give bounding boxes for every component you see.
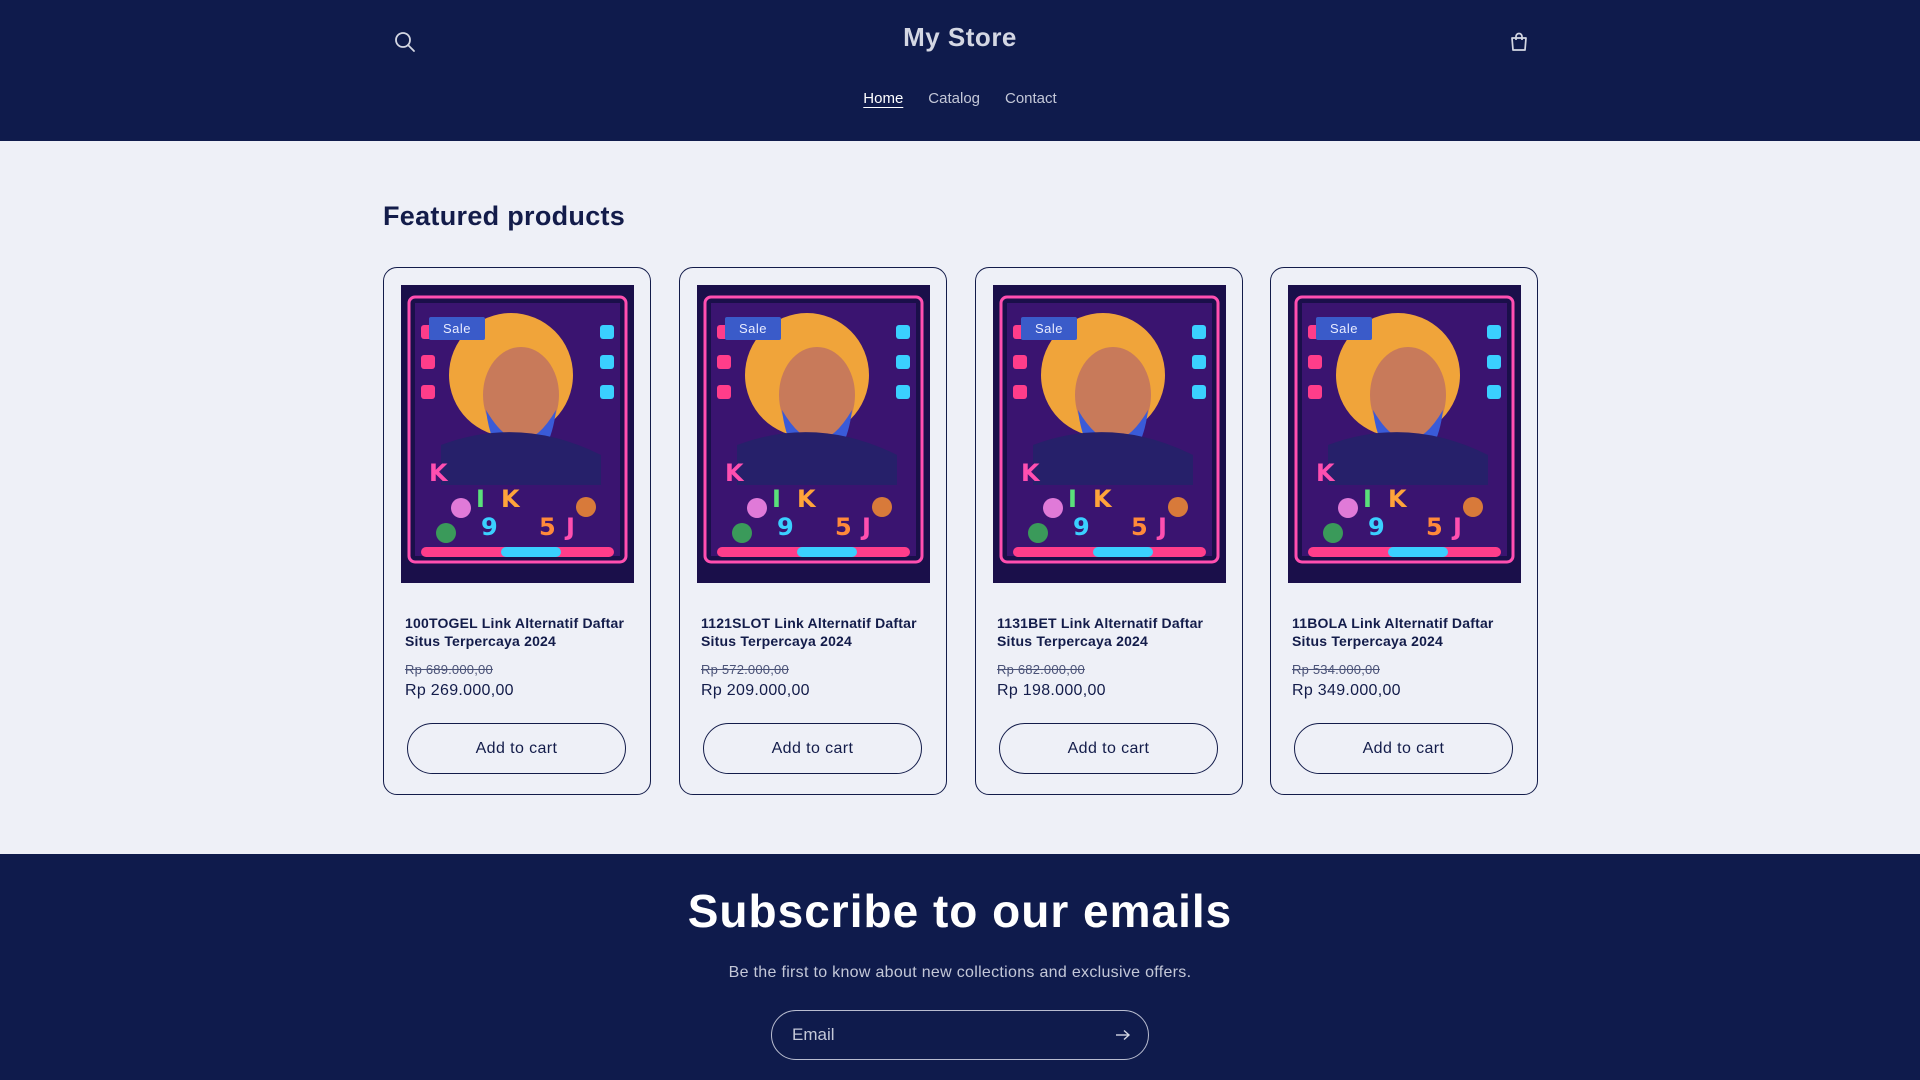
regular-price: Rp 682.000,00 <box>997 662 1085 677</box>
svg-text:9: 9 <box>481 513 498 541</box>
svg-text:I: I <box>772 485 781 513</box>
svg-text:K: K <box>1093 485 1113 513</box>
svg-text:I: I <box>1068 485 1077 513</box>
product-grid: K I K 5 9 J Sale 100TOGEL Link Alternati… <box>383 267 1538 795</box>
site-header: My Store Home Catalog Contact <box>0 0 1920 141</box>
add-to-cart-button[interactable]: Add to cart <box>703 723 922 774</box>
product-image[interactable]: K I K 5 9 J Sale <box>401 285 634 583</box>
newsletter-section: Subscribe to our emails Be the first to … <box>0 854 1920 1080</box>
sale-badge: Sale <box>1021 317 1078 340</box>
arrow-right-icon <box>1116 1029 1131 1041</box>
svg-text:J: J <box>860 513 871 541</box>
add-to-cart-button[interactable]: Add to cart <box>999 723 1218 774</box>
svg-text:K: K <box>725 459 745 487</box>
product-card[interactable]: K I K 5 9 J Sale 11BOLA Link Alternatif … <box>1270 267 1538 795</box>
email-form <box>771 1010 1149 1060</box>
product-title[interactable]: 100TOGEL Link Alternatif Daftar Situs Te… <box>405 614 640 650</box>
svg-text:9: 9 <box>777 513 794 541</box>
sale-badge: Sale <box>725 317 782 340</box>
product-image[interactable]: K I K 5 9 J Sale <box>1288 285 1521 583</box>
regular-price: Rp 534.000,00 <box>1292 662 1380 677</box>
svg-text:9: 9 <box>1073 513 1090 541</box>
nav-link-catalog[interactable]: Catalog <box>928 88 980 109</box>
main-nav: Home Catalog Contact <box>0 88 1920 109</box>
add-to-cart-button[interactable]: Add to cart <box>1294 723 1513 774</box>
cart-icon <box>1511 32 1527 51</box>
sale-badge: Sale <box>429 317 486 340</box>
svg-text:J: J <box>564 513 575 541</box>
regular-price: Rp 689.000,00 <box>405 662 493 677</box>
sale-price: Rp 349.000,00 <box>1292 682 1401 699</box>
svg-text:I: I <box>1363 485 1372 513</box>
add-to-cart-button[interactable]: Add to cart <box>407 723 626 774</box>
svg-text:K: K <box>429 459 449 487</box>
svg-text:K: K <box>501 485 521 513</box>
svg-text:J: J <box>1451 513 1462 541</box>
product-card[interactable]: K I K 5 9 J Sale 1131BET Link Alternatif… <box>975 267 1243 795</box>
svg-text:K: K <box>1316 459 1336 487</box>
product-title[interactable]: 1121SLOT Link Alternatif Daftar Situs Te… <box>701 614 936 650</box>
store-logo[interactable]: My Store <box>0 22 1920 53</box>
svg-text:K: K <box>1388 485 1408 513</box>
newsletter-title: Subscribe to our emails <box>687 885 1233 937</box>
product-image[interactable]: K I K 5 9 J Sale <box>993 285 1226 583</box>
svg-text:K: K <box>797 485 817 513</box>
regular-price: Rp 572.000,00 <box>701 662 789 677</box>
newsletter-subtitle: Be the first to know about new collectio… <box>728 964 1192 981</box>
nav-link-home[interactable]: Home <box>863 88 903 109</box>
product-title[interactable]: 11BOLA Link Alternatif Daftar Situs Terp… <box>1292 614 1527 650</box>
product-card[interactable]: K I K 5 9 J Sale 1121SLOT Link Alternati… <box>679 267 947 795</box>
svg-text:5: 5 <box>1131 513 1148 541</box>
svg-text:9: 9 <box>1368 513 1385 541</box>
svg-text:K: K <box>1021 459 1041 487</box>
cart-button[interactable] <box>1503 26 1535 58</box>
email-input[interactable] <box>792 1011 1092 1058</box>
svg-text:5: 5 <box>835 513 852 541</box>
sale-price: Rp 209.000,00 <box>701 682 810 699</box>
sale-badge: Sale <box>1316 317 1373 340</box>
svg-text:5: 5 <box>1426 513 1443 541</box>
svg-text:I: I <box>476 485 485 513</box>
section-title: Featured products <box>383 201 626 231</box>
svg-text:5: 5 <box>539 513 556 541</box>
subscribe-button[interactable] <box>1108 1020 1138 1050</box>
sale-price: Rp 198.000,00 <box>997 682 1106 699</box>
product-card[interactable]: K I K 5 9 J Sale 100TOGEL Link Alternati… <box>383 267 651 795</box>
product-image[interactable]: K I K 5 9 J Sale <box>697 285 930 583</box>
sale-price: Rp 269.000,00 <box>405 682 514 699</box>
nav-link-contact[interactable]: Contact <box>1005 88 1057 109</box>
product-title[interactable]: 1131BET Link Alternatif Daftar Situs Ter… <box>997 614 1232 650</box>
svg-text:J: J <box>1156 513 1167 541</box>
